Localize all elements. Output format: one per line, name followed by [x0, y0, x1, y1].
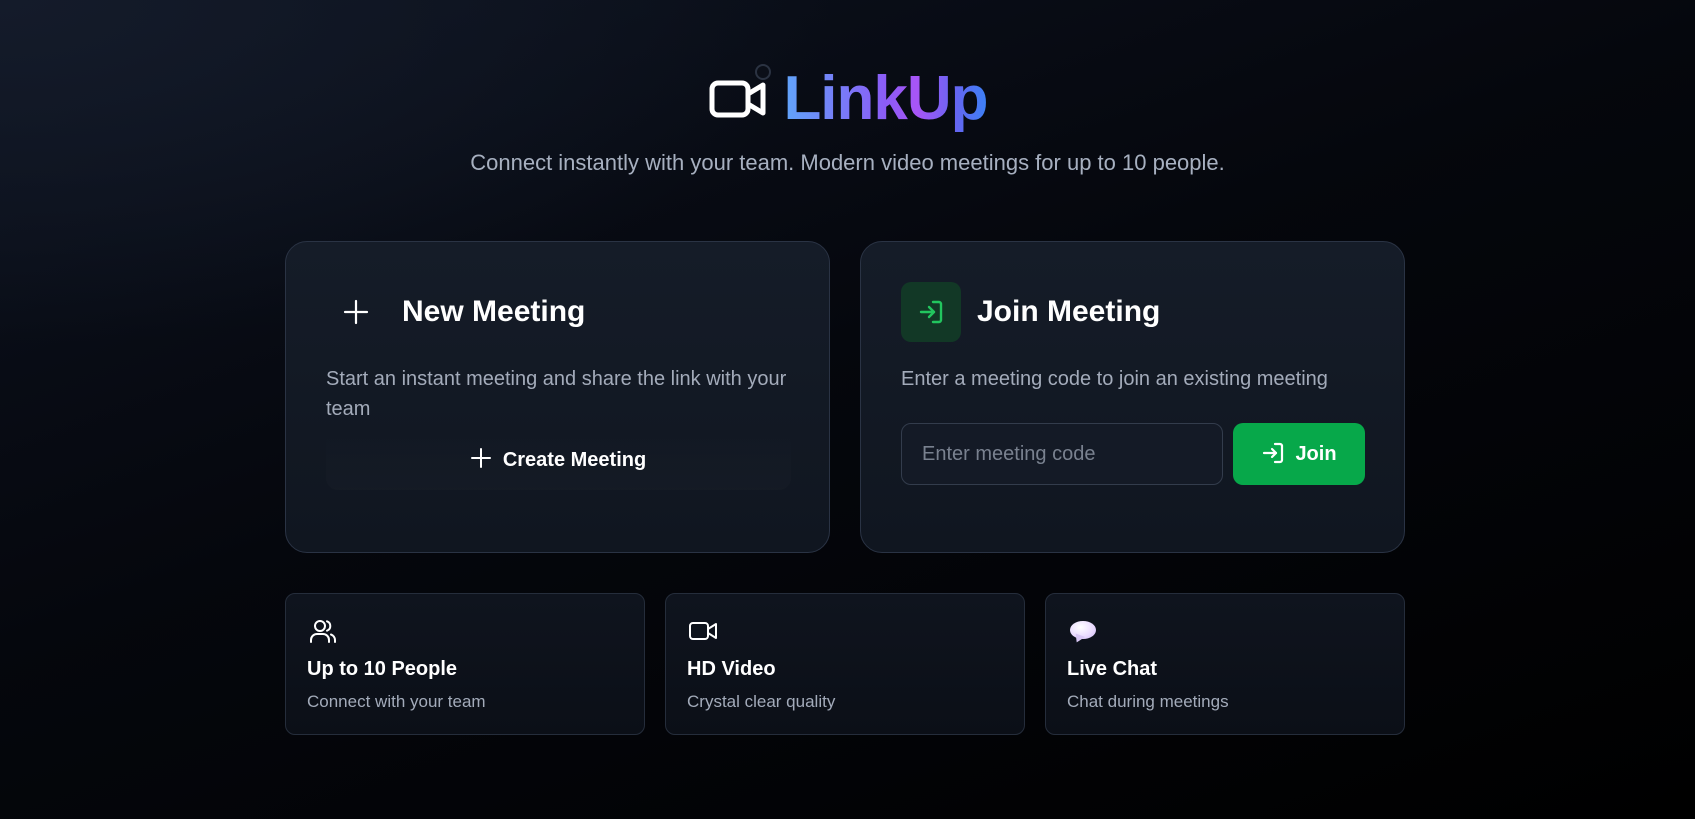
decorative-dot: [755, 64, 772, 80]
meeting-code-input[interactable]: [901, 423, 1223, 485]
join-meeting-title: Join Meeting: [977, 295, 1161, 328]
join-meeting-header: Join Meeting: [901, 282, 1160, 342]
feature-title: HD Video: [687, 658, 776, 680]
feature-card-video: HD Video Crystal clear quality: [665, 593, 1025, 735]
app-title: LinkUp: [783, 62, 988, 136]
feature-card-people: Up to 10 People Connect with your team: [285, 593, 645, 735]
feature-title: Live Chat: [1067, 658, 1158, 680]
join-meeting-card: Join Meeting Enter a meeting code to joi…: [860, 241, 1405, 553]
feature-description: Crystal clear quality: [687, 692, 836, 711]
join-button[interactable]: Join: [1233, 423, 1365, 485]
users-icon: [308, 616, 338, 646]
plus-icon: [470, 447, 491, 473]
join-meeting-description: Enter a meeting code to join an existing…: [901, 368, 1328, 390]
feature-card-chat: Live Chat Chat during meetings: [1045, 593, 1405, 735]
new-meeting-title: New Meeting: [402, 295, 586, 328]
speech-bubble-icon: [1068, 616, 1098, 646]
new-meeting-header: New Meeting: [326, 282, 585, 342]
brand: LinkUp: [707, 62, 989, 136]
plus-icon: [326, 282, 386, 342]
video-camera-icon: [688, 616, 718, 646]
new-meeting-card: New Meeting Start an instant meeting and…: [285, 241, 830, 553]
feature-description: Connect with your team: [307, 692, 486, 711]
feature-description: Chat during meetings: [1067, 692, 1229, 711]
video-camera-icon: [707, 64, 772, 130]
create-meeting-button[interactable]: Create Meeting: [326, 430, 791, 490]
log-in-icon: [1261, 441, 1285, 468]
feature-title: Up to 10 People: [307, 658, 458, 680]
new-meeting-description: Start an instant meeting and share the l…: [326, 368, 787, 420]
create-meeting-label: Create Meeting: [502, 448, 647, 471]
tagline: Connect instantly with your team. Modern…: [470, 150, 1225, 175]
page-header: LinkUp Connect instantly with your team.…: [0, 62, 1695, 176]
log-in-icon: [901, 282, 961, 342]
join-button-label: Join: [1295, 442, 1337, 465]
